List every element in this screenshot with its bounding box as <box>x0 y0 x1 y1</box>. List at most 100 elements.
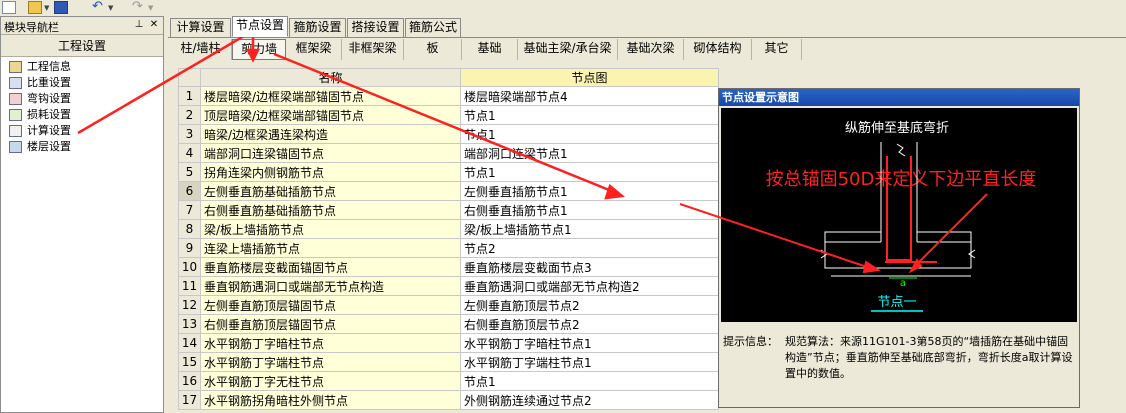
table-row[interactable]: 3 暗梁/边框梁遇连梁构造 节点1 <box>178 124 719 144</box>
table-row[interactable]: 9 连梁上墙插筋节点 节点2 <box>178 238 719 258</box>
table-row[interactable]: 1 楼层暗梁/边框梁端部锚固节点 楼层暗梁端部节点4 <box>178 86 719 106</box>
row-name-cell[interactable]: 拐角连梁内侧钢筋节点 <box>200 162 461 182</box>
row-name-cell[interactable]: 垂直钢筋遇洞口或端部无节点构造 <box>200 276 461 296</box>
table-row[interactable]: 13 右侧垂直筋顶层锚固节点 右侧垂直筋顶层节点2 <box>178 314 719 334</box>
row-node-cell[interactable]: 水平钢筋丁字端柱节点1 <box>460 352 719 372</box>
table-row[interactable]: 12 左侧垂直筋顶层锚固节点 左侧垂直筋顶层节点2 <box>178 295 719 315</box>
chevron-down-icon[interactable]: ▼ <box>108 4 113 12</box>
row-name-cell[interactable]: 水平钢筋丁字暗柱节点 <box>200 333 461 353</box>
row-name-cell[interactable]: 水平钢筋拐角暗柱外侧节点 <box>200 390 461 410</box>
subtab[interactable]: 柱/墙柱 <box>170 39 232 60</box>
row-node-cell[interactable]: 节点1 <box>460 371 719 391</box>
subtab[interactable]: 基础主梁/承台梁 <box>518 39 618 60</box>
row-name-cell[interactable]: 右侧垂直筋顶层锚固节点 <box>200 314 461 334</box>
tab[interactable]: 箍筋设置 <box>289 18 346 37</box>
row-node-cell[interactable]: 节点1 <box>460 162 719 182</box>
row-number[interactable]: 3 <box>178 124 201 144</box>
row-node-cell[interactable]: 节点1 <box>460 105 719 125</box>
row-node-cell[interactable]: 节点2 <box>460 238 719 258</box>
row-name-cell[interactable]: 水平钢筋丁字无柱节点 <box>200 371 461 391</box>
nav-item[interactable]: 计算设置 <box>1 123 163 139</box>
table-row[interactable]: 7 右侧垂直筋基础插筋节点 右侧垂直插筋节点1 <box>178 200 719 220</box>
table-row[interactable]: 4 端部洞口连梁锚固节点 端部洞口连梁节点1 <box>178 143 719 163</box>
row-number[interactable]: 5 <box>178 162 201 182</box>
undo-icon[interactable]: ↶ <box>92 0 106 14</box>
row-number[interactable]: 9 <box>178 238 201 258</box>
row-name-cell[interactable]: 梁/板上墙插筋节点 <box>200 219 461 239</box>
row-name-cell[interactable]: 连梁上墙插筋节点 <box>200 238 461 258</box>
nav-item[interactable]: 比重设置 <box>1 75 163 91</box>
row-node-cell[interactable]: 楼层暗梁端部节点4 <box>460 86 719 106</box>
table-row[interactable]: 15 水平钢筋丁字端柱节点 水平钢筋丁字端柱节点1 <box>178 352 719 372</box>
row-number[interactable]: 8 <box>178 219 201 239</box>
nav-item[interactable]: 损耗设置 <box>1 107 163 123</box>
row-number[interactable]: 4 <box>178 143 201 163</box>
row-node-cell[interactable]: 左侧垂直插筋节点1 <box>460 181 719 201</box>
table-row[interactable]: 14 水平钢筋丁字暗柱节点 水平钢筋丁字暗柱节点1 <box>178 333 719 353</box>
save-icon[interactable] <box>54 1 68 14</box>
row-name-cell[interactable]: 顶层暗梁/边框梁端部锚固节点 <box>200 105 461 125</box>
row-node-cell[interactable]: 水平钢筋丁字暗柱节点1 <box>460 333 719 353</box>
row-number[interactable]: 2 <box>178 105 201 125</box>
tab[interactable]: 搭接设置 <box>347 18 404 37</box>
new-file-icon[interactable] <box>2 1 16 14</box>
row-node-cell[interactable]: 右侧垂直插筋节点1 <box>460 200 719 220</box>
table-row[interactable]: 5 拐角连梁内侧钢筋节点 节点1 <box>178 162 719 182</box>
table-row[interactable]: 6 左侧垂直筋基础插筋节点 左侧垂直插筋节点1 <box>178 181 719 201</box>
tab[interactable]: 节点设置 <box>232 16 288 37</box>
table-row[interactable]: 2 顶层暗梁/边框梁端部锚固节点 节点1 <box>178 105 719 125</box>
subtab[interactable]: 其它 <box>752 39 802 60</box>
table-row[interactable]: 16 水平钢筋丁字无柱节点 节点1 <box>178 371 719 391</box>
nav-item[interactable]: 工程信息 <box>1 59 163 75</box>
row-number[interactable]: 17 <box>178 390 201 410</box>
subtab[interactable]: 基础 <box>462 39 518 60</box>
subtab[interactable]: 框架梁 <box>286 39 342 60</box>
row-name-cell[interactable]: 暗梁/边框梁遇连梁构造 <box>200 124 461 144</box>
subtab[interactable]: 基础次梁 <box>618 39 684 60</box>
pin-icon[interactable]: ⊥ <box>133 19 145 31</box>
nav-item[interactable]: 弯钩设置 <box>1 91 163 107</box>
column-header-node[interactable]: 节点图 <box>460 68 719 87</box>
subtab[interactable]: 砌体结构 <box>684 39 752 60</box>
row-name-cell[interactable]: 右侧垂直筋基础插筋节点 <box>200 200 461 220</box>
table-row[interactable]: 10 垂直筋楼层变截面锚固节点 垂直筋楼层变截面节点3 <box>178 257 719 277</box>
row-number[interactable]: 13 <box>178 314 201 334</box>
row-number[interactable]: 7 <box>178 200 201 220</box>
column-header-name[interactable]: 名称 <box>200 68 461 87</box>
chevron-down-icon[interactable]: ▼ <box>44 4 49 12</box>
tab[interactable]: 箍筋公式 <box>405 18 461 37</box>
row-node-cell[interactable]: 外侧钢筋连续通过节点2 <box>460 390 719 410</box>
row-name-cell[interactable]: 左侧垂直筋顶层锚固节点 <box>200 295 461 315</box>
row-name-cell[interactable]: 端部洞口连梁锚固节点 <box>200 143 461 163</box>
row-node-cell[interactable]: 垂直筋楼层变截面节点3 <box>460 257 719 277</box>
row-name-cell[interactable]: 楼层暗梁/边框梁端部锚固节点 <box>200 86 461 106</box>
row-name-cell[interactable]: 左侧垂直筋基础插筋节点 <box>200 181 461 201</box>
row-name-cell[interactable]: 垂直筋楼层变截面锚固节点 <box>200 257 461 277</box>
nav-item[interactable]: 楼层设置 <box>1 139 163 155</box>
row-number[interactable]: 10 <box>178 257 201 277</box>
row-node-cell[interactable]: 垂直筋遇洞口或端部无节点构造2 <box>460 276 719 296</box>
row-node-cell[interactable]: 右侧垂直筋顶层节点2 <box>460 314 719 334</box>
subtab[interactable]: 剪力墙 <box>232 39 286 60</box>
table-row[interactable]: 8 梁/板上墙插筋节点 梁/板上墙插筋节点1 <box>178 219 719 239</box>
close-icon[interactable]: ✕ <box>148 19 160 31</box>
row-number[interactable]: 11 <box>178 276 201 296</box>
table-row[interactable]: 17 水平钢筋拐角暗柱外侧节点 外侧钢筋连续通过节点2 <box>178 390 719 410</box>
open-folder-icon[interactable] <box>28 1 42 14</box>
row-number[interactable]: 6 <box>178 181 201 201</box>
subtab[interactable]: 非框架梁 <box>342 39 404 60</box>
row-node-cell[interactable]: 节点1 <box>460 124 719 144</box>
row-number[interactable]: 16 <box>178 371 201 391</box>
row-node-cell[interactable]: 左侧垂直筋顶层节点2 <box>460 295 719 315</box>
tab[interactable]: 计算设置 <box>170 18 231 37</box>
subtab[interactable]: 板 <box>404 39 462 60</box>
row-number[interactable]: 15 <box>178 352 201 372</box>
row-node-cell[interactable]: 端部洞口连梁节点1 <box>460 143 719 163</box>
row-number[interactable]: 12 <box>178 295 201 315</box>
row-name-cell[interactable]: 水平钢筋丁字端柱节点 <box>200 352 461 372</box>
nav-section-title[interactable]: 工程设置 <box>1 35 163 57</box>
table-row[interactable]: 11 垂直钢筋遇洞口或端部无节点构造 垂直筋遇洞口或端部无节点构造2 <box>178 276 719 296</box>
row-number[interactable]: 1 <box>178 86 201 106</box>
row-node-cell[interactable]: 梁/板上墙插筋节点1 <box>460 219 719 239</box>
row-number[interactable]: 14 <box>178 333 201 353</box>
